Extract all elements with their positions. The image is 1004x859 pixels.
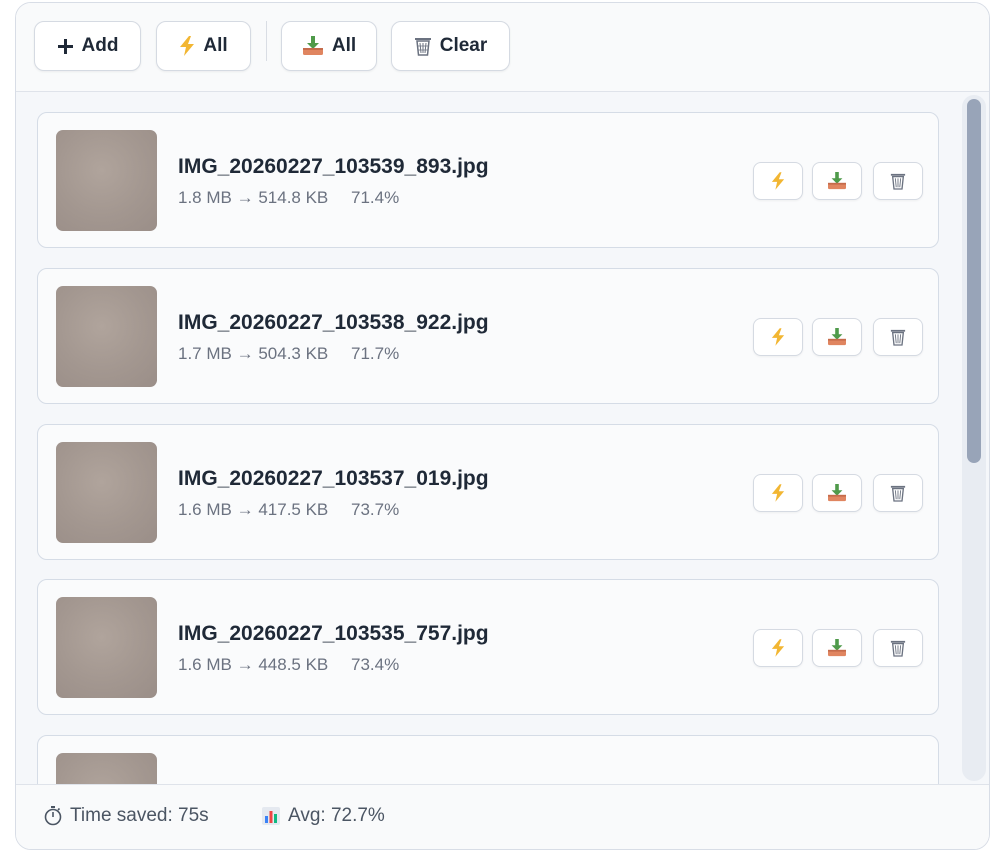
file-thumbnail (56, 442, 157, 543)
saving-percent: 73.4% (351, 655, 400, 674)
download-button[interactable] (812, 474, 862, 512)
bolt-icon (771, 484, 785, 502)
file-thumbnail (56, 597, 157, 698)
trash-icon (890, 172, 906, 190)
toolbar: Add All All Clear (16, 3, 989, 92)
trash-icon (890, 328, 906, 346)
download-icon (827, 172, 847, 190)
delete-button[interactable] (873, 318, 923, 356)
file-name: IMG_20260227_103537_019.jpg (178, 467, 489, 490)
file-size-info: 1.7 MB → 504.3 KB 71.7% (178, 344, 399, 364)
file-name: IMG_20260227_103539_893.jpg (178, 155, 489, 178)
compress-button[interactable] (753, 474, 803, 512)
arrow-icon: → (236, 188, 254, 207)
compressor-panel: Add All All Clear IMG_20260227_103539_89… (15, 2, 990, 850)
bolt-icon (771, 328, 785, 346)
saving-percent: 71.4% (351, 188, 400, 207)
delete-button[interactable] (873, 162, 923, 200)
file-thumbnail (56, 130, 157, 231)
file-thumbnail (56, 753, 157, 784)
compress-button[interactable] (753, 629, 803, 667)
arrow-icon: → (236, 344, 254, 363)
download-button[interactable] (812, 318, 862, 356)
original-size: 1.8 MB (178, 188, 232, 207)
trash-icon (890, 639, 906, 657)
stopwatch-icon (44, 806, 62, 826)
bar-chart-icon (262, 807, 280, 825)
file-card: IMG_20260227_103538_922.jpg 1.7 MB → 504… (37, 268, 939, 404)
file-name: IMG_20260227_103538_922.jpg (178, 311, 489, 334)
saving-percent: 73.7% (351, 500, 400, 519)
download-all-button[interactable]: All (281, 21, 377, 71)
download-icon (827, 639, 847, 657)
stats-footer: Time saved: 75s Avg: 72.7% (16, 784, 989, 849)
trash-icon (414, 36, 432, 56)
compress-button[interactable] (753, 162, 803, 200)
download-button[interactable] (812, 162, 862, 200)
time-saved-stat: Time saved: 75s (44, 805, 209, 827)
clear-button[interactable]: Clear (391, 21, 510, 71)
download-button[interactable] (812, 629, 862, 667)
average-text: Avg: 72.7% (288, 805, 385, 826)
delete-button[interactable] (873, 629, 923, 667)
scrollbar[interactable] (962, 95, 986, 781)
file-card: IMG_20260227_103535_757.jpg 1.6 MB → 448… (37, 579, 939, 715)
download-icon (827, 328, 847, 346)
download-icon (302, 36, 324, 56)
compressed-size: 514.8 KB (258, 188, 329, 207)
bolt-icon (771, 639, 785, 657)
original-size: 1.6 MB (178, 500, 232, 519)
compress-all-label: All (203, 35, 228, 56)
file-size-info: 1.8 MB → 514.8 KB 71.4% (178, 188, 399, 208)
plus-icon (57, 38, 74, 55)
add-button-label: Add (81, 35, 119, 56)
toolbar-divider (266, 21, 267, 61)
compress-all-button[interactable]: All (156, 21, 251, 71)
file-card-partial (37, 735, 939, 784)
file-size-info: 1.6 MB → 417.5 KB 73.7% (178, 500, 399, 520)
arrow-icon: → (236, 655, 254, 674)
compressed-size: 417.5 KB (258, 500, 329, 519)
time-saved-text: Time saved: 75s (70, 805, 209, 826)
file-size-info: 1.6 MB → 448.5 KB 73.4% (178, 655, 399, 675)
average-stat: Avg: 72.7% (262, 805, 385, 827)
bolt-icon (771, 172, 785, 190)
file-card: IMG_20260227_103539_893.jpg 1.8 MB → 514… (37, 112, 939, 248)
delete-button[interactable] (873, 474, 923, 512)
download-all-label: All (331, 35, 357, 56)
file-list: IMG_20260227_103539_893.jpg 1.8 MB → 514… (16, 92, 989, 784)
download-icon (827, 484, 847, 502)
clear-button-label: Clear (439, 35, 488, 56)
compressed-size: 504.3 KB (258, 344, 329, 363)
add-button[interactable]: Add (34, 21, 141, 71)
trash-icon (890, 484, 906, 502)
file-card: IMG_20260227_103537_019.jpg 1.6 MB → 417… (37, 424, 939, 560)
compressed-size: 448.5 KB (258, 655, 329, 674)
bolt-icon (179, 36, 195, 56)
arrow-icon: → (236, 500, 254, 519)
saving-percent: 71.7% (351, 344, 400, 363)
original-size: 1.6 MB (178, 655, 232, 674)
file-name: IMG_20260227_103535_757.jpg (178, 622, 489, 645)
scrollbar-thumb[interactable] (967, 99, 981, 463)
file-thumbnail (56, 286, 157, 387)
original-size: 1.7 MB (178, 344, 232, 363)
compress-button[interactable] (753, 318, 803, 356)
